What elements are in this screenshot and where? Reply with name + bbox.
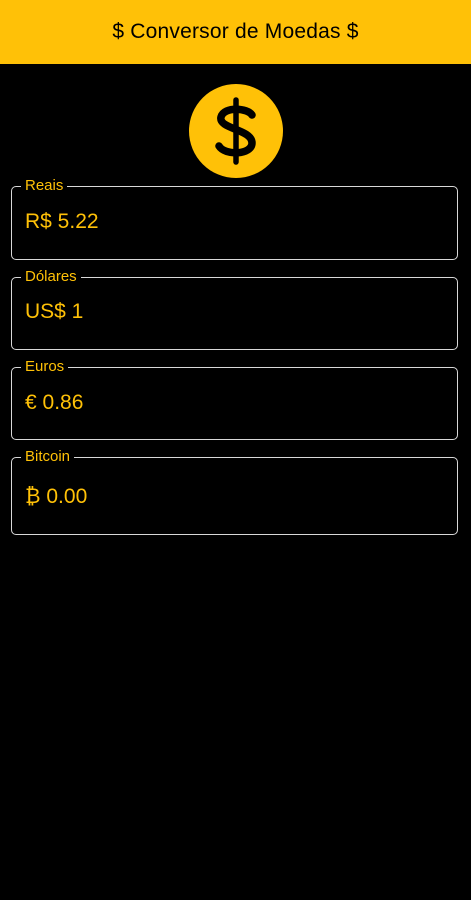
dolares-input-value[interactable]: US$ 1 bbox=[25, 299, 83, 325]
reais-input-value[interactable]: R$ 5.22 bbox=[25, 209, 99, 235]
bitcoin-label: Bitcoin bbox=[21, 448, 75, 466]
dolares-field[interactable]: Dólares US$ 1 bbox=[11, 268, 458, 350]
euros-label: Euros bbox=[21, 358, 69, 376]
reais-field[interactable]: Reais R$ 5.22 bbox=[11, 177, 458, 260]
reais-label: Reais bbox=[21, 177, 68, 195]
euros-input-value[interactable]: € 0.86 bbox=[25, 390, 83, 416]
app-bar: $ Conversor de Moedas $ bbox=[0, 0, 471, 64]
app-title: $ Conversor de Moedas $ bbox=[112, 20, 359, 43]
dollar-coin-icon bbox=[189, 84, 283, 178]
bitcoin-input-value[interactable]: ₿ 0.00 bbox=[25, 484, 87, 510]
bitcoin-field[interactable]: Bitcoin ₿ 0.00 bbox=[11, 448, 458, 535]
dolares-label: Dólares bbox=[21, 268, 81, 286]
euros-field[interactable]: Euros € 0.86 bbox=[11, 358, 458, 440]
